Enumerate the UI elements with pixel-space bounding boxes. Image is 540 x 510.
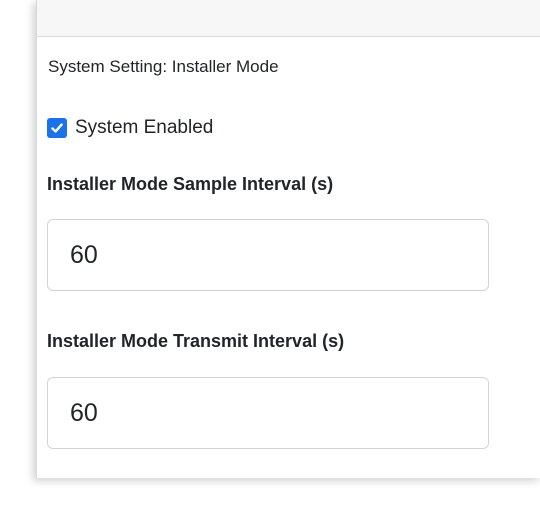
transmit-interval-label: Installer Mode Transmit Interval (s) [47,331,345,351]
section-title: System Setting: Installer Mode [48,57,279,76]
card-header [37,0,540,37]
checkmark-icon [51,123,63,133]
transmit-interval-input[interactable] [47,377,489,449]
sample-interval-label: Installer Mode Sample Interval (s) [47,174,334,194]
system-enabled-row[interactable]: System Enabled [47,117,213,139]
screenshot-stage: System Setting: Installer Mode System En… [0,0,540,510]
system-enabled-checkbox[interactable] [47,118,67,138]
system-enabled-label: System Enabled [75,117,214,138]
settings-card: System Setting: Installer Mode System En… [36,0,540,478]
sample-interval-input[interactable] [47,219,489,291]
